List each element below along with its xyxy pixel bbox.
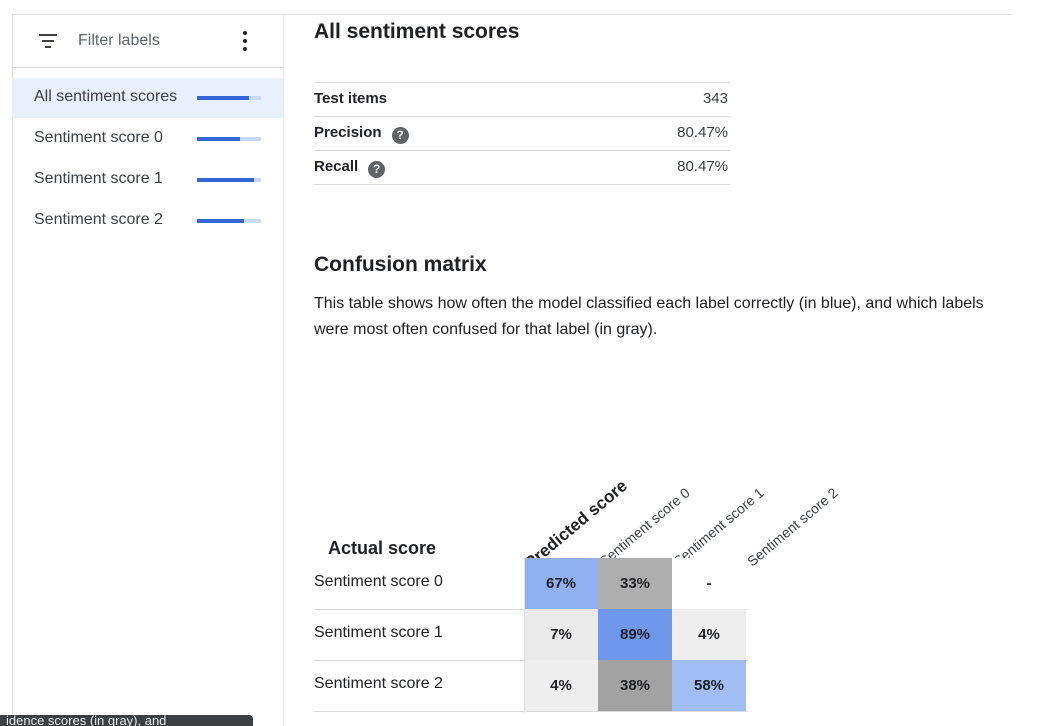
precision-bar	[197, 137, 261, 141]
tooltip-text: idence scores (in gray), and	[6, 715, 167, 726]
row-label: Sentiment score 2	[314, 675, 443, 692]
matrix-cell[interactable]: 4%	[524, 660, 598, 711]
metric-name-text: Test items	[314, 90, 388, 107]
top-divider	[12, 0, 1012, 15]
matrix-cell[interactable]: 38%	[598, 660, 672, 711]
matrix-cell[interactable]: 4%	[672, 609, 746, 660]
filter-labels-input[interactable]: Filter labels	[78, 32, 160, 50]
metric-name-text: Recall	[314, 158, 359, 175]
precision-bar-fill	[197, 178, 254, 182]
metrics-table: Test items 343 Precision? 80.47% Recall? 80.4…	[314, 82, 730, 185]
matrix-cell[interactable]: 89%	[598, 609, 672, 660]
right-margin	[1012, 0, 1058, 726]
filter-labels-row[interactable]: Filter labels	[12, 14, 283, 68]
matrix-cell[interactable]: 67%	[524, 558, 598, 609]
more-vert-icon[interactable]	[242, 31, 248, 51]
metric-value: 343	[702, 90, 728, 107]
sidebar-item-label: Sentiment score 0	[34, 129, 163, 146]
matrix-cell[interactable]: -	[672, 558, 746, 609]
summary-title: All sentiment scores	[314, 20, 520, 43]
precision-bar	[197, 178, 261, 182]
metric-name: Precision?	[314, 124, 409, 144]
precision-bar-fill	[197, 219, 244, 223]
matrix-cell[interactable]: 33%	[598, 558, 672, 609]
precision-bar	[197, 96, 261, 100]
filter-icon[interactable]	[39, 34, 57, 48]
sidebar-item-label: All sentiment scores	[34, 88, 178, 105]
row-label: Sentiment score 0	[314, 573, 443, 590]
metric-row: Recall? 80.47%	[314, 151, 730, 185]
sidebar-item-sentiment-score-0[interactable]: Sentiment score 0	[12, 119, 283, 159]
row-label: Sentiment score 1	[314, 624, 443, 641]
precision-bar-fill	[197, 137, 240, 141]
sidebar-item-sentiment-score-1[interactable]: Sentiment score 1	[12, 160, 283, 200]
metric-name: Test items	[314, 90, 387, 107]
matrix-divider	[524, 558, 525, 713]
sidebar-item-label: Sentiment score 1	[34, 170, 163, 187]
matrix-row: Sentiment score 1 7% 89% 4%	[314, 609, 748, 661]
sidebar-item-all-sentiment-scores[interactable]: All sentiment scores	[12, 78, 283, 118]
tooltip: idence scores (in gray), and	[0, 715, 253, 726]
help-icon[interactable]: ?	[391, 127, 409, 144]
metric-value: 80.47%	[677, 124, 728, 141]
metric-row: Test items 343	[314, 83, 730, 117]
metric-value: 80.47%	[677, 158, 728, 175]
matrix-cell[interactable]: 7%	[524, 609, 598, 660]
metric-row: Precision? 80.47%	[314, 117, 730, 151]
confusion-matrix-description: This table shows how often the model cla…	[314, 295, 984, 338]
sidebar-item-label: Sentiment score 2	[34, 211, 163, 228]
matrix-row: Sentiment score 2 4% 38% 58%	[314, 660, 748, 712]
actual-score-header: Actual score	[328, 538, 437, 558]
help-icon[interactable]: ?	[368, 161, 386, 178]
sidebar-item-sentiment-score-2[interactable]: Sentiment score 2	[12, 201, 283, 241]
precision-bar-fill	[197, 96, 249, 100]
matrix-row: Sentiment score 0 67% 33% -	[314, 558, 748, 610]
matrix-cell[interactable]: 58%	[672, 660, 746, 711]
confusion-matrix-title: Confusion matrix	[314, 253, 487, 276]
metric-name: Recall?	[314, 158, 386, 178]
precision-bar	[197, 219, 261, 223]
metric-name-text: Precision	[314, 124, 382, 141]
